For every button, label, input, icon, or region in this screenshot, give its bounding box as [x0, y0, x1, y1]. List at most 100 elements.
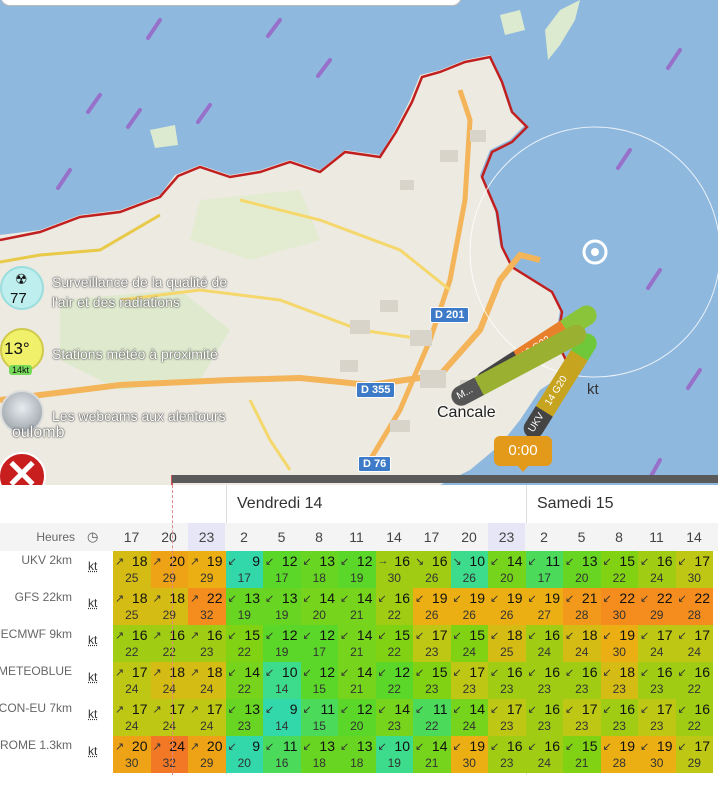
forecast-cell[interactable]: ↗ 22 32: [188, 588, 226, 625]
forecast-cell[interactable]: ↙ 17 24: [638, 625, 676, 662]
forecast-cell[interactable]: → 16 30: [375, 551, 413, 588]
unit-toggle[interactable]: kt: [88, 633, 97, 647]
forecast-cell[interactable]: ↗ 17 24: [150, 699, 188, 736]
forecast-cell[interactable]: ↗ 16 22: [113, 625, 151, 662]
model-name[interactable]: UKV 2km: [21, 553, 72, 567]
forecast-cell[interactable]: ↙ 16 23: [638, 662, 676, 699]
forecast-cell[interactable]: ↙ 22 30: [600, 588, 638, 625]
forecast-cell[interactable]: ↙ 12 17: [263, 551, 301, 588]
forecast-cell[interactable]: ↙ 17 23: [563, 699, 601, 736]
forecast-cell[interactable]: ↗ 16 23: [188, 625, 226, 662]
forecast-cell[interactable]: ↙ 19 30: [638, 736, 676, 773]
forecast-cell[interactable]: ↙ 14 21: [338, 588, 376, 625]
forecast-cell[interactable]: ↗ 18 24: [188, 662, 226, 699]
forecast-cell[interactable]: ↙ 14 21: [413, 736, 451, 773]
forecast-cell[interactable]: ↙ 11 17: [525, 551, 563, 588]
forecast-cell[interactable]: ↙ 11 22: [413, 699, 451, 736]
forecast-cell[interactable]: ↙ 13 19: [225, 588, 263, 625]
forecast-cell[interactable]: ↙ 19 26: [488, 588, 526, 625]
forecast-cell[interactable]: ↙ 16 22: [675, 699, 713, 736]
forecast-cell[interactable]: ↙ 14 22: [225, 662, 263, 699]
model-name[interactable]: GFS 22km: [15, 590, 72, 604]
forecast-cell[interactable]: ↙ 19 30: [600, 625, 638, 662]
forecast-cell[interactable]: ↗ 18 29: [150, 588, 188, 625]
forecast-cell[interactable]: ↙ 10 19: [375, 736, 413, 773]
forecast-cell[interactable]: ↙ 17 23: [638, 699, 676, 736]
forecast-cell[interactable]: ↙ 15 22: [375, 625, 413, 662]
forecast-cell[interactable]: ↙ 16 24: [638, 551, 676, 588]
forecast-cell[interactable]: ↙ 16 22: [375, 588, 413, 625]
forecast-cell[interactable]: ↙ 13 18: [300, 551, 338, 588]
forecast-cell[interactable]: ↙ 16 24: [525, 736, 563, 773]
forecast-cell[interactable]: ↙ 17 23: [413, 625, 451, 662]
forecast-cell[interactable]: ↙ 12 22: [375, 662, 413, 699]
forecast-cell[interactable]: ↙ 12 20: [338, 699, 376, 736]
forecast-cell[interactable]: ↙ 9 17: [225, 551, 263, 588]
forecast-cell[interactable]: ↙ 19 27: [525, 588, 563, 625]
search-bar[interactable]: [0, 0, 462, 6]
forecast-cell[interactable]: ↗ 18 25: [113, 588, 151, 625]
forecast-cell[interactable]: ↙ 14 23: [375, 699, 413, 736]
unit-toggle[interactable]: kt: [88, 559, 97, 573]
unit-toggle[interactable]: kt: [88, 670, 97, 684]
forecast-cell[interactable]: ↙ 16 23: [488, 662, 526, 699]
forecast-cell[interactable]: ↗ 20 29: [188, 736, 226, 773]
forecast-cell[interactable]: ↙ 14 21: [338, 662, 376, 699]
timeline-track[interactable]: [172, 475, 718, 483]
timeline-time-badge[interactable]: 0:00: [494, 436, 552, 472]
forecast-cell[interactable]: ↙ 9 20: [225, 736, 263, 773]
forecast-cell[interactable]: ↙ 17 23: [488, 699, 526, 736]
model-name[interactable]: CON-EU 7km: [0, 701, 72, 715]
weather-station-button[interactable]: 13° 14kt: [0, 328, 44, 375]
radiation-button[interactable]: ☢ 77: [0, 266, 44, 310]
forecast-cell[interactable]: ↙ 12 15: [300, 662, 338, 699]
forecast-cell[interactable]: ↙ 14 20: [488, 551, 526, 588]
forecast-cell[interactable]: ↗ 24 32: [150, 736, 188, 773]
forecast-cell[interactable]: ↙ 10 14: [263, 662, 301, 699]
forecast-cell[interactable]: ↗ 20 30: [113, 736, 151, 773]
forecast-cell[interactable]: ↙ 13 19: [263, 588, 301, 625]
forecast-cell[interactable]: ↘ 16 26: [413, 551, 451, 588]
forecast-cell[interactable]: ↙ 21 28: [563, 588, 601, 625]
forecast-cell[interactable]: ↙ 19 26: [413, 588, 451, 625]
forecast-cell[interactable]: ↗ 16 22: [150, 625, 188, 662]
forecast-cell[interactable]: ↙ 19 28: [600, 736, 638, 773]
forecast-cell[interactable]: ↙ 15 22: [225, 625, 263, 662]
forecast-cell[interactable]: ↙ 12 19: [263, 625, 301, 662]
forecast-cell[interactable]: ↗ 20 29: [150, 551, 188, 588]
forecast-cell[interactable]: ↙ 18 25: [488, 625, 526, 662]
forecast-cell[interactable]: ↙ 16 23: [488, 736, 526, 773]
forecast-cell[interactable]: ↙ 11 15: [300, 699, 338, 736]
forecast-cell[interactable]: ↙ 15 22: [600, 551, 638, 588]
forecast-cell[interactable]: ↙ 16 23: [563, 662, 601, 699]
forecast-cell[interactable]: ↗ 19 29: [188, 551, 226, 588]
forecast-cell[interactable]: ↙ 13 18: [338, 736, 376, 773]
forecast-cell[interactable]: ↙ 17 29: [675, 736, 713, 773]
forecast-cell[interactable]: ↙ 16 23: [525, 662, 563, 699]
forecast-cell[interactable]: ↙ 14 21: [338, 625, 376, 662]
forecast-cell[interactable]: ↙ 12 19: [338, 551, 376, 588]
model-name[interactable]: ECMWF 9km: [1, 627, 72, 641]
forecast-cell[interactable]: ↙ 15 24: [450, 625, 488, 662]
forecast-cell[interactable]: ↗ 17 24: [113, 662, 151, 699]
unit-toggle[interactable]: kt: [88, 744, 97, 758]
forecast-cell[interactable]: ↙ 18 24: [563, 625, 601, 662]
forecast-cell[interactable]: ↘ 10 26: [450, 551, 488, 588]
map-view[interactable]: AROME 16 G23 UKV 14 G20 M... D 201 D 355…: [0, 0, 718, 485]
forecast-cell[interactable]: ↗ 17 24: [113, 699, 151, 736]
forecast-cell[interactable]: ↙ 13 20: [563, 551, 601, 588]
unit-toggle[interactable]: kt: [88, 596, 97, 610]
forecast-cell[interactable]: ↙ 13 23: [225, 699, 263, 736]
forecast-cell[interactable]: ↙ 16 23: [600, 699, 638, 736]
forecast-cell[interactable]: ↙ 9 14: [263, 699, 301, 736]
forecast-cell[interactable]: ↙ 13 18: [300, 736, 338, 773]
forecast-cell[interactable]: ↙ 19 30: [450, 736, 488, 773]
forecast-cell[interactable]: ↙ 14 24: [450, 699, 488, 736]
forecast-cell[interactable]: ↙ 17 23: [450, 662, 488, 699]
forecast-cell[interactable]: ↙ 19 26: [450, 588, 488, 625]
forecast-cell[interactable]: ↙ 16 22: [675, 662, 713, 699]
model-name[interactable]: METEOBLUE: [0, 664, 72, 678]
forecast-cell[interactable]: ↙ 22 29: [638, 588, 676, 625]
forecast-cell[interactable]: ↗ 17 24: [188, 699, 226, 736]
unit-toggle[interactable]: kt: [88, 707, 97, 721]
